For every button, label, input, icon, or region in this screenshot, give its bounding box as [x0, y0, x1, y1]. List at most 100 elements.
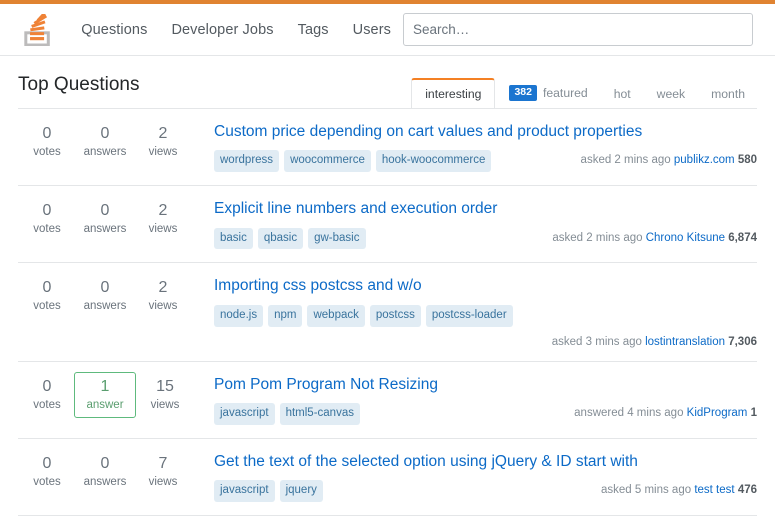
views-count: 2	[158, 279, 168, 297]
answers-stat: 0 answers	[76, 278, 134, 314]
question-meta-reputation: 7,306	[728, 335, 757, 348]
question-stats: 0 votes 1 answer 15 views	[18, 371, 200, 419]
question-body: Pom Pom Program Not Resizing javascript h…	[200, 375, 757, 425]
question-meta-reputation: 6,874	[728, 231, 757, 244]
question-row: 0 votes 0 answers 2 views Importing css …	[18, 263, 757, 362]
stack-overflow-logo[interactable]	[18, 10, 57, 50]
question-stats: 0 votes 0 answers 2 views	[18, 122, 200, 160]
nav-item-developer-jobs[interactable]: Developer Jobs	[159, 16, 285, 44]
question-tag-list: node.js npm webpack postcss postcss-loader	[214, 304, 513, 327]
votes-stat: 0 votes	[18, 377, 76, 419]
question-title-link[interactable]: Get the text of the selected option usin…	[214, 452, 757, 471]
tab-hot[interactable]: hot	[602, 78, 643, 109]
question-tag[interactable]: webpack	[307, 304, 365, 327]
views-stat: 2 views	[134, 124, 192, 160]
question-tag[interactable]: hook-woocommerce	[375, 150, 492, 173]
answers-count: 0	[100, 454, 110, 472]
question-tag[interactable]: javascript	[214, 402, 275, 425]
question-title-link[interactable]: Explicit line numbers and execution orde…	[214, 199, 757, 218]
question-footer: basic qbasic gw-basic asked 2 mins ago Chr…	[214, 227, 757, 250]
question-footer: javascript jquery asked 5 mins ago test t…	[214, 480, 757, 502]
votes-count: 0	[42, 279, 52, 297]
question-meta-user[interactable]: lostintranslation	[645, 336, 725, 348]
answers-count: 1	[100, 377, 110, 395]
votes-stat: 0 votes	[18, 278, 76, 314]
views-stat: 7 views	[134, 454, 192, 490]
question-meta: answered 4 mins ago KidProgram 1	[562, 403, 757, 419]
question-meta-action: asked 2 mins ago	[580, 154, 671, 167]
tab-featured[interactable]: 382 featured	[497, 76, 599, 109]
votes-count: 0	[42, 377, 52, 395]
question-tag-list: basic qbasic gw-basic	[214, 227, 366, 250]
question-tag[interactable]: jquery	[279, 480, 323, 502]
votes-count: 0	[42, 125, 52, 142]
question-title-link[interactable]: Importing css postcss and w/o	[214, 276, 757, 295]
answers-label: answers	[83, 146, 127, 158]
search-container	[403, 13, 753, 46]
nav-item-tags[interactable]: Tags	[286, 16, 341, 44]
tab-interesting[interactable]: interesting	[411, 78, 496, 109]
question-meta-user[interactable]: KidProgram	[687, 407, 748, 419]
views-label: views	[148, 300, 178, 313]
question-tag[interactable]: basic	[214, 227, 253, 250]
question-title-link[interactable]: Pom Pom Program Not Resizing	[214, 375, 757, 394]
question-tag[interactable]: javascript	[214, 480, 275, 502]
question-tag[interactable]: npm	[268, 304, 303, 327]
question-tag[interactable]: html5-canvas	[279, 402, 360, 425]
answers-stat: 0 answers	[76, 124, 134, 160]
tab-week-label: week	[656, 87, 686, 101]
question-meta-reputation: 580	[737, 154, 757, 167]
question-meta: asked 3 mins ago lostintranslation 7,306	[214, 327, 757, 348]
answers-label: answers	[83, 300, 127, 313]
question-stats: 0 votes 0 answers 2 views	[18, 276, 200, 314]
question-tag[interactable]: node.js	[214, 304, 264, 327]
views-stat: 15 views	[136, 377, 194, 419]
answers-label: answers	[83, 223, 127, 236]
votes-stat: 0 votes	[18, 454, 76, 490]
views-count: 2	[158, 202, 168, 220]
question-body: Importing css postcss and w/o node.js npm…	[200, 276, 757, 348]
featured-count-badge: 382	[509, 85, 537, 101]
nav-item-users[interactable]: Users	[341, 16, 403, 44]
tab-week[interactable]: week	[645, 78, 697, 109]
question-meta: asked 2 mins ago Chrono Kitsune 6,874	[540, 228, 757, 244]
question-meta-user[interactable]: publikz.com	[674, 154, 735, 166]
votes-stat: 0 votes	[18, 201, 76, 237]
main-content: Top Questions interesting 382 featured h…	[0, 56, 775, 516]
question-meta-action: answered 4 mins ago	[574, 406, 684, 419]
question-meta-reputation: 1	[750, 406, 757, 419]
question-row: 0 votes 0 answers 7 views Get the text o…	[18, 439, 757, 516]
tab-month[interactable]: month	[699, 78, 757, 109]
tab-featured-label: featured	[542, 86, 588, 101]
question-footer: javascript html5-canvas answered 4 mins a…	[214, 402, 757, 425]
search-input[interactable]	[403, 13, 753, 46]
question-title-link[interactable]: Custom price depending on cart values an…	[214, 122, 757, 141]
votes-label: votes	[33, 146, 61, 158]
question-meta-action: asked 5 mins ago	[600, 484, 692, 497]
answers-count: 0	[100, 125, 110, 142]
votes-stat: 0 votes	[18, 124, 76, 160]
question-tag[interactable]: postcss-loader	[425, 304, 513, 327]
answers-stat: 1 answer	[74, 371, 136, 419]
main-navigation: Questions Developer Jobs Tags Users	[69, 16, 403, 44]
votes-label: votes	[33, 475, 61, 488]
question-tag[interactable]: gw-basic	[308, 227, 366, 250]
question-meta-user[interactable]: Chrono Kitsune	[646, 232, 725, 244]
question-tag[interactable]: woocommerce	[284, 150, 371, 173]
question-meta-user[interactable]: test test	[694, 484, 734, 496]
stack-overflow-logo-icon	[23, 13, 50, 46]
nav-item-questions[interactable]: Questions	[69, 16, 159, 44]
question-stats: 0 votes 0 answers 2 views	[18, 199, 200, 237]
question-tag-list: javascript html5-canvas	[214, 402, 360, 425]
question-meta: asked 5 mins ago test test 476	[589, 480, 757, 496]
tab-hot-label: hot	[613, 87, 631, 101]
answers-label: answer	[86, 398, 124, 411]
question-tag[interactable]: postcss	[369, 304, 421, 327]
views-label: views	[150, 398, 180, 411]
votes-count: 0	[42, 202, 52, 220]
question-list: 0 votes 0 answers 2 views Custom price d…	[18, 109, 757, 516]
answers-stat: 0 answers	[76, 454, 134, 490]
question-tag[interactable]: wordpress	[214, 150, 280, 173]
question-tag[interactable]: qbasic	[257, 227, 304, 250]
votes-label: votes	[33, 223, 61, 236]
